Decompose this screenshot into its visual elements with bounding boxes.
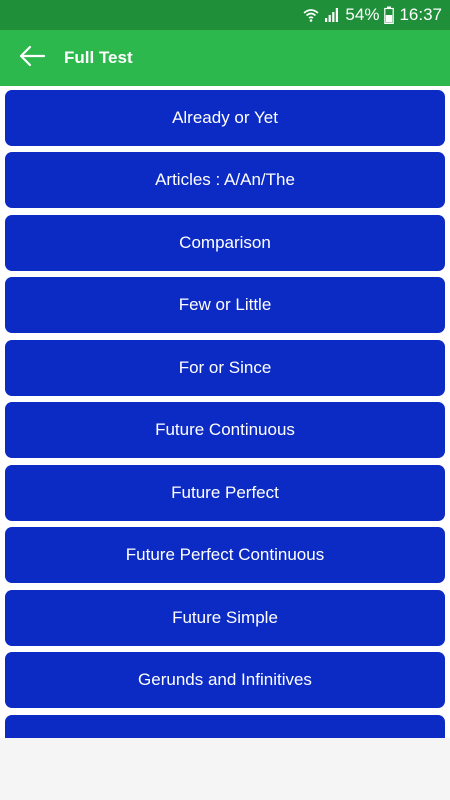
app-bar: Full Test (0, 30, 450, 86)
page-title: Full Test (64, 48, 133, 67)
topic-item[interactable]: For or Since (5, 340, 445, 396)
topic-list[interactable]: Already or Yet Articles : A/An/The Compa… (0, 86, 450, 738)
topic-item[interactable]: Future Perfect (5, 465, 445, 521)
status-bar: 54% 16:37 (0, 0, 450, 30)
topic-item[interactable]: Few or Little (5, 277, 445, 333)
topic-item[interactable]: Future Perfect Continuous (5, 527, 445, 583)
topic-item[interactable]: Future Simple (5, 590, 445, 646)
signal-icon (324, 7, 340, 23)
topic-item-partial[interactable] (5, 715, 445, 738)
topic-item[interactable]: Future Continuous (5, 402, 445, 458)
bottom-empty-area (0, 738, 450, 800)
topic-item[interactable]: Already or Yet (5, 90, 445, 146)
clock: 16:37 (399, 5, 442, 24)
wifi-icon (303, 7, 319, 23)
battery-percentage: 54% (345, 5, 380, 24)
battery-icon (384, 6, 395, 24)
topic-item[interactable]: Articles : A/An/The (5, 152, 445, 208)
back-button[interactable] (0, 30, 64, 86)
topic-item[interactable]: Comparison (5, 215, 445, 271)
topic-item[interactable]: Gerunds and Infinitives (5, 652, 445, 708)
arrow-left-icon (18, 44, 46, 73)
